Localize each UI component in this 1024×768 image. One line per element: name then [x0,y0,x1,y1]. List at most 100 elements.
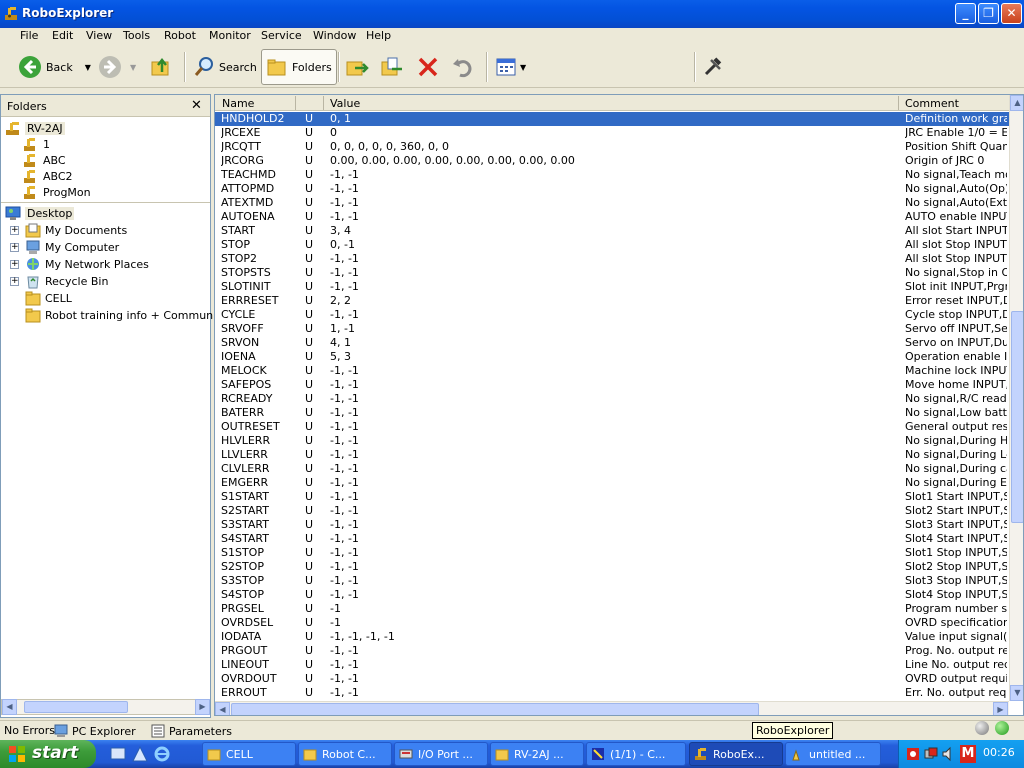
close-pane-icon[interactable]: ✕ [191,98,202,113]
table-row[interactable]: OVRDOUT U -1, -1 OVRD output requirem [215,672,1009,686]
table-row[interactable]: S2STOP U -1, -1 Slot2 Stop INPUT,Slo [215,560,1009,574]
copy-to-button[interactable] [380,49,404,85]
table-row[interactable]: S2START U -1, -1 Slot2 Start INPUT,Slo [215,504,1009,518]
table-row[interactable]: S3STOP U -1, -1 Slot3 Stop INPUT,Slo [215,574,1009,588]
tree-item-desktop[interactable]: Desktop [5,205,75,221]
table-row[interactable]: S3START U -1, -1 Slot3 Start INPUT,Slo [215,518,1009,532]
table-row[interactable]: SRVON U 4, 1 Servo on INPUT,Duri [215,336,1009,350]
tree-item-robot[interactable]: RV-2AJ [5,120,65,136]
table-row[interactable]: SLOTINIT U -1, -1 Slot init INPUT,Prgran [215,280,1009,294]
table-row[interactable]: LLVLERR U -1, -1 No signal,During L-err [215,448,1009,462]
table-row[interactable]: RCREADY U -1, -1 No signal,R/C ready t [215,392,1009,406]
folders-horizontal-scrollbar[interactable]: ◀ ▶ [1,699,210,715]
scroll-thumb[interactable] [231,703,759,715]
quicklaunch-app-icon[interactable] [132,746,148,762]
table-row[interactable]: ATEXTMD U -1, -1 No signal,Auto(Ext) m [215,196,1009,210]
task-untitled-paint[interactable]: untitled ... [785,742,881,766]
table-row[interactable]: LINEOUT U -1, -1 Line No. output requir [215,658,1009,672]
title-bar[interactable]: RoboExplorer _ ❐ ✕ [0,0,1024,28]
menu-file[interactable]: File [20,29,38,42]
table-row[interactable]: S1START U -1, -1 Slot1 Start INPUT,Slo [215,490,1009,504]
tray-app-icon[interactable] [905,746,921,762]
table-row[interactable]: AUTOENA U -1, -1 AUTO enable INPUT [215,210,1009,224]
tab-parameters[interactable]: Parameters [151,724,232,738]
internet-explorer-icon[interactable] [154,746,170,762]
table-row[interactable]: IOENA U 5, 3 Operation enable INP [215,350,1009,364]
column-value[interactable]: Value [330,97,360,110]
scroll-down-icon[interactable]: ▼ [1010,685,1023,701]
table-row[interactable]: HLVLERR U -1, -1 No signal,During H-err [215,434,1009,448]
table-row[interactable]: PRGSEL U -1 Program number selec [215,602,1009,616]
scroll-thumb[interactable] [24,701,128,713]
task-cosirop[interactable]: (1/1) - C... [586,742,686,766]
scroll-thumb[interactable] [1011,311,1023,523]
show-desktop-icon[interactable] [110,746,126,762]
list-vertical-scrollbar[interactable]: ▲ ▼ [1009,95,1023,701]
menu-window[interactable]: Window [313,29,356,42]
table-row[interactable]: START U 3, 4 All slot Start INPUT,D [215,224,1009,238]
undo-button[interactable] [451,49,475,85]
tray-volume-icon[interactable] [941,746,957,762]
table-row[interactable]: EMGERR U -1, -1 No signal,During EMG [215,476,1009,490]
tree-item-program-1[interactable]: 1 [23,136,50,152]
tree-item-my-network-places[interactable]: My Network Places [25,256,149,272]
expand-icon[interactable]: + [10,260,19,269]
task-roboexplorer[interactable]: RoboEx... [689,742,783,766]
list-horizontal-scrollbar[interactable]: ◀ ▶ [215,701,1009,715]
properties-button[interactable] [702,49,724,85]
expand-icon[interactable]: + [10,243,19,252]
folder-up-button[interactable] [150,49,172,85]
maximize-button[interactable]: ❐ [978,3,999,24]
table-row[interactable]: CYCLE U -1, -1 Cycle stop INPUT,Du [215,308,1009,322]
forward-button[interactable]: ▼ [98,49,136,85]
menu-tools[interactable]: Tools [123,29,150,42]
table-row[interactable]: OVRDSEL U -1 OVRD specification II [215,616,1009,630]
menu-monitor[interactable]: Monitor [209,29,251,42]
column-name[interactable]: Name [222,97,254,110]
back-dropdown-icon[interactable]: ▼ [85,63,91,72]
table-row[interactable]: STOP U 0, -1 All slot Stop INPUT (r [215,238,1009,252]
table-row[interactable]: MELOCK U -1, -1 Machine lock INPUT [215,364,1009,378]
task-io-port[interactable]: I/O Port ... [394,742,488,766]
table-row[interactable]: SAFEPOS U -1, -1 Move home INPUT,M [215,378,1009,392]
table-row[interactable]: TEACHMD U -1, -1 No signal,Teach mod [215,168,1009,182]
start-button[interactable]: start [0,740,96,768]
menu-robot[interactable]: Robot [164,29,196,42]
expand-icon[interactable]: + [10,277,19,286]
scroll-right-icon[interactable]: ▶ [195,699,210,715]
close-button[interactable]: ✕ [1001,3,1022,24]
tray-network-icon[interactable] [923,746,939,762]
scroll-up-icon[interactable]: ▲ [1010,95,1023,111]
tree-item-my-computer[interactable]: My Computer [25,239,119,255]
menu-view[interactable]: View [86,29,112,42]
task-robot-c[interactable]: Robot C... [298,742,392,766]
scroll-right-icon[interactable]: ▶ [993,702,1008,715]
folders-button[interactable]: Folders [261,49,337,85]
minimize-button[interactable]: _ [955,3,976,24]
scroll-left-icon[interactable]: ◀ [2,699,17,715]
table-row[interactable]: IODATA U -1, -1, -1, -1 Value input signal(… [215,630,1009,644]
task-cell[interactable]: CELL [202,742,296,766]
table-row[interactable]: JRCEXE U 0 JRC Enable 1/0 = En [215,126,1009,140]
search-button[interactable]: Search [193,49,257,85]
column-comment[interactable]: Comment [905,97,959,110]
tree-item-program-abc2[interactable]: ABC2 [23,168,73,184]
menu-help[interactable]: Help [366,29,391,42]
tab-pc-explorer[interactable]: PC Explorer [54,724,136,738]
table-row[interactable]: BATERR U -1, -1 No signal,Low battery [215,406,1009,420]
menu-edit[interactable]: Edit [52,29,73,42]
table-row[interactable]: ERRRESET U 2, 2 Error reset INPUT,Du [215,294,1009,308]
table-row[interactable]: ERROUT U -1, -1 Err. No. output require [215,686,1009,700]
table-row[interactable]: SRVOFF U 1, -1 Servo off INPUT,Serv [215,322,1009,336]
task-rv-2aj[interactable]: RV-2AJ ... [490,742,584,766]
tree-item-cell[interactable]: CELL [25,290,72,306]
tray-m-icon[interactable]: M [960,745,976,763]
menu-service[interactable]: Service [261,29,302,42]
table-row[interactable]: HNDHOLD2 U 0, 1 Definition work grasp [215,112,1009,126]
back-button[interactable]: Back ▼ [18,49,91,85]
table-row[interactable]: JRCQTT U 0, 0, 0, 0, 0, 360, 0, 0 Position … [215,140,1009,154]
tree-item-my-documents[interactable]: My Documents [25,222,127,238]
views-dropdown-icon[interactable]: ▼ [520,63,526,72]
table-row[interactable]: PRGOUT U -1, -1 Prog. No. output requ [215,644,1009,658]
tree-item-robot-training[interactable]: Robot training info + Communicatio [25,307,243,323]
